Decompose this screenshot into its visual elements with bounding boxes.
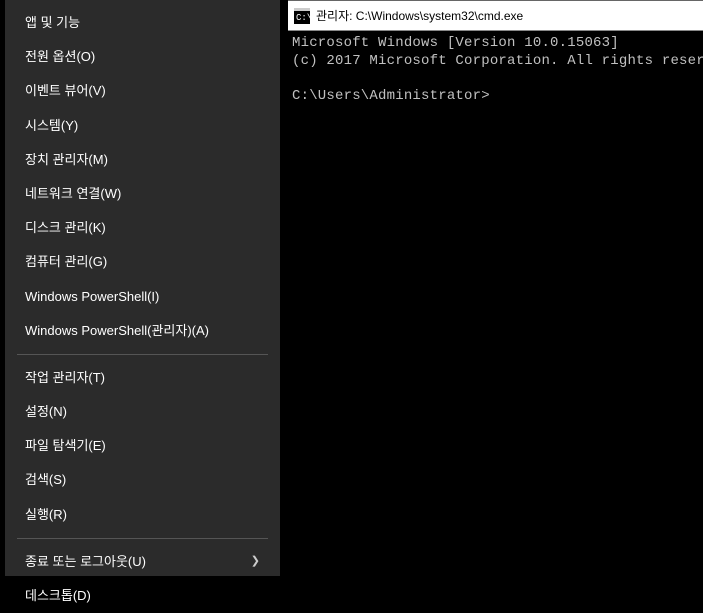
menu-label: 종료 또는 로그아웃(U) [25,553,146,571]
menu-label: 앱 및 기능 [25,14,80,32]
menu-item-search[interactable]: 검색(S) [5,463,280,497]
winx-menu: 앱 및 기능 전원 옵션(O) 이벤트 뷰어(V) 시스템(Y) 장치 관리자(… [5,0,280,576]
menu-label: Windows PowerShell(I) [25,288,159,306]
svg-text:C:\: C:\ [296,13,310,23]
menu-item-task-manager[interactable]: 작업 관리자(T) [5,361,280,395]
menu-item-event-viewer[interactable]: 이벤트 뷰어(V) [5,74,280,108]
menu-label: 전원 옵션(O) [25,48,95,66]
menu-item-shutdown-signout[interactable]: 종료 또는 로그아웃(U) ❯ [5,545,280,579]
menu-item-power-options[interactable]: 전원 옵션(O) [5,40,280,74]
menu-label: 데스크톱(D) [25,587,91,605]
cmd-window: C:\ 관리자: C:\Windows\system32\cmd.exe Mic… [288,0,703,576]
menu-item-disk-management[interactable]: 디스크 관리(K) [5,211,280,245]
menu-item-system[interactable]: 시스템(Y) [5,109,280,143]
menu-separator [17,354,268,355]
menu-label: 컴퓨터 관리(G) [25,253,107,271]
cmd-title: 관리자: C:\Windows\system32\cmd.exe [316,7,523,24]
menu-label: 작업 관리자(T) [25,369,105,387]
menu-label: 장치 관리자(M) [25,151,108,169]
cmd-icon: C:\ [294,8,310,24]
cmd-prompt: C:\Users\Administrator> [292,88,490,104]
menu-item-apps-features[interactable]: 앱 및 기능 [5,6,280,40]
menu-item-powershell[interactable]: Windows PowerShell(I) [5,280,280,314]
cmd-output[interactable]: Microsoft Windows [Version 10.0.15063] (… [288,31,703,109]
menu-label: 시스템(Y) [25,117,78,135]
menu-item-settings[interactable]: 설정(N) [5,395,280,429]
menu-item-desktop[interactable]: 데스크톱(D) [5,579,280,613]
cmd-line: (c) 2017 Microsoft Corporation. All righ… [292,53,703,69]
cmd-line: Microsoft Windows [Version 10.0.15063] [292,35,619,51]
menu-label: 이벤트 뷰어(V) [25,82,106,100]
menu-label: 설정(N) [25,403,67,421]
menu-label: 네트워크 연결(W) [25,185,121,203]
menu-label: 실행(R) [25,506,67,524]
cmd-titlebar[interactable]: C:\ 관리자: C:\Windows\system32\cmd.exe [288,1,703,31]
menu-separator [17,538,268,539]
menu-label: 디스크 관리(K) [25,219,106,237]
menu-item-file-explorer[interactable]: 파일 탐색기(E) [5,429,280,463]
menu-item-run[interactable]: 실행(R) [5,498,280,532]
menu-item-network-connections[interactable]: 네트워크 연결(W) [5,177,280,211]
chevron-right-icon: ❯ [251,554,260,569]
menu-label: Windows PowerShell(관리자)(A) [25,322,209,340]
menu-item-computer-management[interactable]: 컴퓨터 관리(G) [5,245,280,279]
menu-label: 검색(S) [25,471,66,489]
menu-item-powershell-admin[interactable]: Windows PowerShell(관리자)(A) [5,314,280,348]
menu-label: 파일 탐색기(E) [25,437,106,455]
menu-item-device-manager[interactable]: 장치 관리자(M) [5,143,280,177]
